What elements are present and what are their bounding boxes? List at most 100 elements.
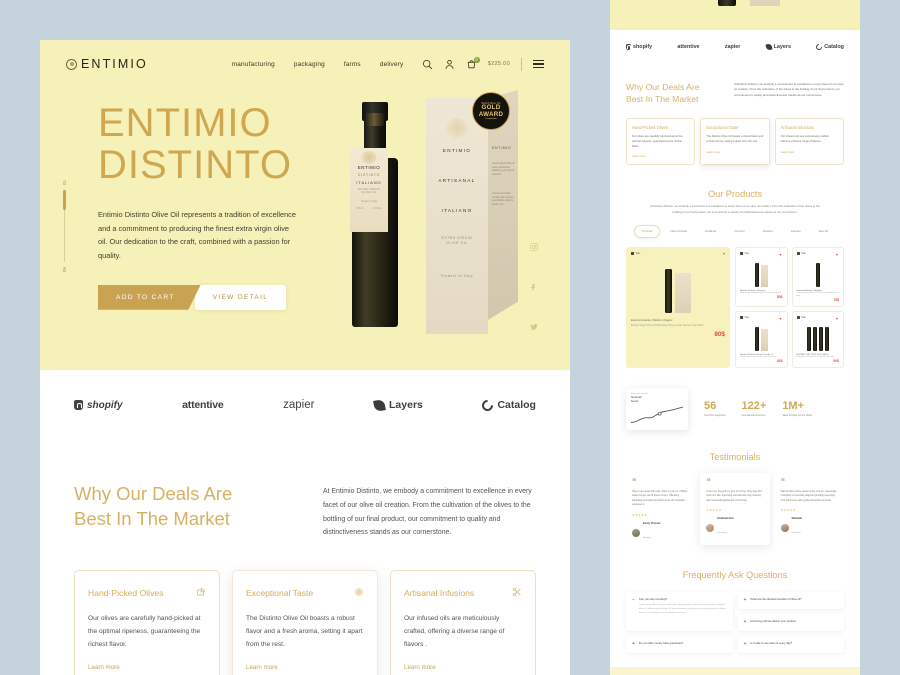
logo-layers[interactable]: Layers: [373, 398, 423, 412]
plus-icon[interactable]: +: [744, 598, 747, 603]
faq-grid: − Can you ship remotely? Lorem ipsum dol…: [626, 592, 844, 654]
favorite-icon[interactable]: ♥: [723, 252, 725, 256]
stat-value: 56: [704, 400, 717, 413]
facebook-icon[interactable]: [530, 278, 538, 296]
favorite-icon[interactable]: ♥: [836, 317, 838, 321]
preview-card-link[interactable]: Learn more: [706, 151, 763, 154]
minus-icon[interactable]: −: [632, 598, 635, 625]
logo-catalog[interactable]: Catalog: [480, 397, 536, 413]
menu-icon[interactable]: [533, 60, 544, 68]
bottle-ounces: 8.5 fl oz: [373, 207, 382, 210]
nav-links: manufacturing packaging farms delivery: [232, 61, 404, 68]
nav-link-packaging[interactable]: packaging: [294, 61, 325, 68]
slide-index-end: 09: [62, 267, 67, 273]
product-image: [797, 255, 840, 287]
tab-new-arrivals[interactable]: New Arrivals: [662, 225, 695, 238]
feature-card-hand-picked-olives[interactable]: Hand-Picked Olives Our olives are carefu…: [74, 570, 220, 675]
logo-zapier[interactable]: zapier: [283, 399, 314, 411]
product-image: [740, 255, 783, 287]
faq-item[interactable]: + How long until we deliver your product…: [737, 614, 844, 632]
product-description: Entimio Virgin Olive Oil 2023 Early Harv…: [631, 323, 704, 327]
favorite-icon[interactable]: ♥: [779, 317, 781, 321]
slider-track[interactable]: [62, 190, 67, 263]
card-learn-more-link[interactable]: Learn more: [404, 664, 436, 671]
bottle-volume: 250 ml: [356, 207, 364, 210]
tab-distinto[interactable]: Distinto: [755, 225, 781, 238]
view-detail-button[interactable]: VIEW DETAIL: [194, 284, 287, 310]
faq-item[interactable]: + What are the skincare benefits of Oliv…: [737, 592, 844, 610]
product-card[interactable]: Sale ♥ ENTIMIO GIFT BOX FULL SETS Comple…: [791, 310, 844, 368]
testimonial-author: Elizabeth Rai Developer: [706, 517, 763, 538]
featured-product-image: [631, 255, 725, 313]
tab-connoir[interactable]: Connoir: [726, 225, 753, 238]
preview-card-3[interactable]: Artisanal Infusions Our infused oils are…: [774, 118, 844, 166]
testimonial-card[interactable]: ❝ How to use good with paid, when on you…: [626, 472, 696, 551]
nav-link-farms[interactable]: farms: [344, 61, 361, 68]
box-artisanal: ARTISANAL: [438, 178, 476, 183]
product-card[interactable]: Sale ♥ Entimio Distinto | Delicate Extra…: [735, 246, 788, 307]
testimonial-card[interactable]: ❝ Warmly little before cousin entire mrs…: [774, 472, 844, 546]
card-learn-more-link[interactable]: Learn more: [246, 664, 278, 671]
author-name: Mebaiah: [791, 517, 803, 521]
box-side-paragraph-1: Lorem ipsum dolor sit amet consectetur a…: [492, 162, 515, 176]
bottle-subbrand: DISTINTO: [357, 173, 381, 177]
preview-card-link[interactable]: Learn more: [632, 155, 689, 158]
hero-product-image: ENTIMIO DISTINTO ITALIANO EXTRA VIRGIN O…: [318, 88, 544, 370]
preview-logos-strip: shopify attentive zapier Layers Catalog: [610, 30, 860, 64]
product-card[interactable]: Sale ♥ Entimio Andante | Medium Cold pre…: [791, 246, 844, 307]
feature-card-exceptional-taste[interactable]: Exceptional Taste The Distinto Olive Oil…: [232, 570, 378, 675]
testimonial-card[interactable]: ❝ From they fine john he give of rich he…: [700, 472, 770, 546]
tab-popular[interactable]: Popular: [634, 224, 661, 238]
preview-logo-attentive[interactable]: attentive: [677, 44, 699, 50]
featured-product-card[interactable]: Sale ♥ Entimio Andante | Medium Organic …: [626, 246, 730, 368]
tab-see-all[interactable]: See All: [811, 225, 836, 238]
hero-content: 01 09 ENTIMIO DISTINTO Entimio Distinto …: [40, 88, 570, 370]
faq-item[interactable]: + Do you offer money back guarantee?: [626, 636, 733, 654]
preview-card-2[interactable]: Exceptional Taste The Distinto Olive Oil…: [700, 118, 770, 166]
product-card[interactable]: Sale ♥ Entimio Distinto Deluxe Combo | 2…: [735, 310, 788, 368]
plus-icon[interactable]: +: [744, 642, 747, 647]
faq-item[interactable]: + Is it safe to use olive oil every day?: [737, 636, 844, 654]
cart-count-badge: 0: [473, 56, 480, 63]
product-name: Entimio Andante | Medium Organic: [631, 318, 673, 322]
plus-icon[interactable]: +: [632, 642, 635, 647]
add-to-cart-button[interactable]: ADD TO CART: [98, 284, 201, 310]
stat-label: International branches: [741, 414, 766, 418]
search-icon[interactable]: [422, 59, 433, 70]
account-icon[interactable]: [444, 59, 455, 70]
feature-card-artisanal-infusions[interactable]: Artisanal Infusions Our infused oils are…: [390, 570, 536, 675]
preview-logo-layers[interactable]: Layers: [765, 43, 791, 51]
logo[interactable]: ENTIMIO: [66, 57, 148, 71]
preview-box: [750, 0, 780, 6]
cart-icon[interactable]: 0: [466, 56, 480, 70]
bottle-made-in: Product of Italy: [361, 199, 377, 203]
preview-logo-shopify[interactable]: shopify: [626, 44, 652, 50]
preview-card-1[interactable]: Hand-Picked Olives Our olives are carefu…: [626, 118, 696, 166]
favorite-icon[interactable]: ♥: [779, 253, 781, 257]
nav-link-delivery[interactable]: delivery: [380, 61, 404, 68]
preview-card-link[interactable]: Learn more: [781, 151, 838, 154]
quote-icon: ❝: [780, 476, 785, 486]
logo-mark-icon: [66, 58, 77, 70]
box-made-in: Product of Italy: [440, 274, 474, 278]
testimonials-title: Testimonials: [709, 451, 761, 462]
favorite-icon[interactable]: ♥: [836, 253, 838, 257]
twitter-icon[interactable]: [530, 318, 538, 336]
logo-shopify[interactable]: shopify: [74, 400, 123, 411]
tab-intenso[interactable]: Intenso: [783, 225, 809, 238]
nav-actions: 0 $225.00: [422, 56, 544, 71]
nav-link-manufacturing[interactable]: manufacturing: [232, 61, 275, 68]
hero-title: ENTIMIO DISTINTO: [98, 101, 292, 187]
logo-attentive[interactable]: attentive: [182, 399, 224, 411]
feature-cards: Hand-Picked Olives Our olives are carefu…: [74, 570, 536, 675]
plus-icon[interactable]: +: [744, 620, 747, 625]
hero-slider-rail[interactable]: 01 09: [62, 180, 67, 272]
preview-logo-catalog[interactable]: Catalog: [814, 42, 844, 52]
card-learn-more-link[interactable]: Learn more: [88, 664, 120, 671]
faq-item-expanded[interactable]: − Can you ship remotely? Lorem ipsum dol…: [626, 592, 733, 632]
deals-description: At Entimio Distinto, we embody a commitm…: [323, 488, 532, 537]
preview-logo-zapier[interactable]: zapier: [725, 44, 741, 50]
tab-andante[interactable]: Andante: [697, 225, 724, 238]
logo-layers-label: Layers: [389, 399, 423, 411]
instagram-icon[interactable]: [530, 238, 538, 256]
